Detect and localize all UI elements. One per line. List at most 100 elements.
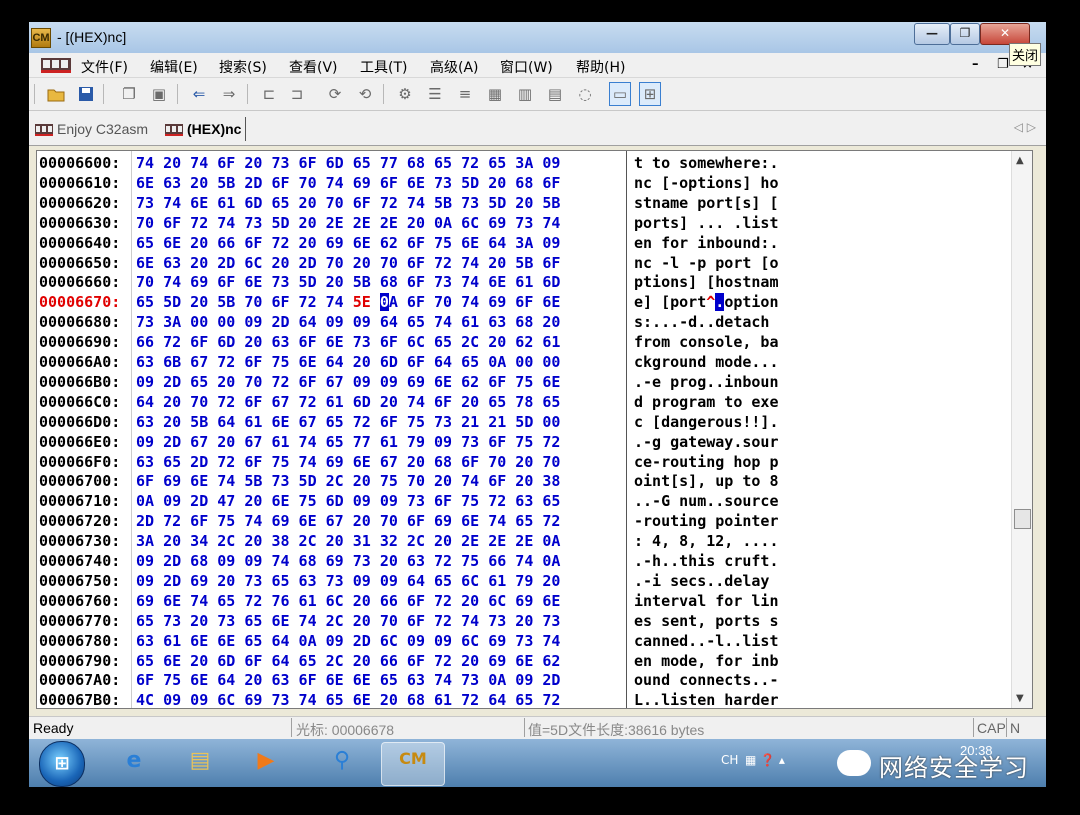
row-ascii[interactable]: oint[s], up to 8 bbox=[634, 471, 779, 491]
row-hex-bytes[interactable]: 09 2D 67 20 67 61 74 65 77 61 79 09 73 6… bbox=[136, 432, 560, 452]
row-hex-bytes[interactable]: 09 2D 68 09 09 74 68 69 73 20 63 72 75 6… bbox=[136, 551, 560, 571]
row-hex-bytes[interactable]: 3A 20 34 2C 20 38 2C 20 31 32 2C 20 2E 2… bbox=[136, 531, 560, 551]
list-icon[interactable]: ☰ bbox=[425, 84, 445, 104]
tab-enjoy-c32asm[interactable]: Enjoy C32asm bbox=[35, 117, 148, 141]
row-hex-bytes[interactable]: 73 74 6E 61 6D 65 20 70 6F 72 74 5B 73 5… bbox=[136, 193, 560, 213]
row-ascii[interactable]: ..-G num..source bbox=[634, 491, 779, 511]
row-ascii[interactable]: c [dangerous!!]. bbox=[634, 412, 779, 432]
row-ascii[interactable]: : 4, 8, 12, .... bbox=[634, 531, 779, 551]
menu-advanced[interactable]: 高级(A) bbox=[430, 57, 479, 77]
back-arrow-icon[interactable]: ⇐ bbox=[189, 84, 209, 104]
menu-help[interactable]: 帮助(H) bbox=[576, 57, 625, 77]
grid-3-icon[interactable]: ▤ bbox=[545, 84, 565, 104]
scroll-down-icon[interactable]: ▼ bbox=[1016, 693, 1024, 704]
forward-arrow-icon[interactable]: ⇒ bbox=[219, 84, 239, 104]
grid-icon[interactable]: ▦ bbox=[485, 84, 505, 104]
row-hex-bytes[interactable]: 6E 63 20 5B 2D 6F 70 74 69 6F 6E 73 5D 2… bbox=[136, 173, 560, 193]
row-hex-bytes[interactable]: 09 2D 69 20 73 65 63 73 09 09 64 65 6C 6… bbox=[136, 571, 560, 591]
menu-window[interactable]: 窗口(W) bbox=[500, 57, 553, 77]
row-hex-bytes[interactable]: 63 61 6E 6E 65 64 0A 09 2D 6C 09 09 6C 6… bbox=[136, 631, 560, 651]
row-hex-bytes[interactable]: 2D 72 6F 75 74 69 6E 67 20 70 6F 69 6E 7… bbox=[136, 511, 560, 531]
row-hex-bytes[interactable]: 6F 75 6E 64 20 63 6F 6E 6E 65 63 74 73 0… bbox=[136, 670, 560, 690]
row-ascii[interactable]: d program to exe bbox=[634, 392, 779, 412]
row-hex-bytes[interactable]: 70 6F 72 74 73 5D 20 2E 2E 2E 20 0A 6C 6… bbox=[136, 213, 560, 233]
tool-4-icon[interactable]: ⟲ bbox=[355, 84, 375, 104]
mdi-minimize-button[interactable]: – bbox=[972, 57, 979, 72]
row-ascii[interactable]: s:...-d..detach bbox=[634, 312, 779, 332]
list-2-icon[interactable]: ≡ bbox=[455, 84, 475, 104]
row-ascii[interactable]: ound connects..- bbox=[634, 670, 779, 690]
gear-icon[interactable]: ⚙ bbox=[395, 84, 415, 104]
row-ascii[interactable]: .-g gateway.sour bbox=[634, 432, 779, 452]
menu-tools[interactable]: 工具(T) bbox=[360, 57, 407, 77]
row-ascii[interactable]: e] [port^.option bbox=[634, 292, 779, 312]
row-hex-bytes[interactable]: 63 65 2D 72 6F 75 74 69 6E 67 20 68 6F 7… bbox=[136, 452, 560, 472]
row-hex-bytes[interactable]: 66 72 6F 6D 20 63 6F 6E 73 6F 6C 65 2C 2… bbox=[136, 332, 560, 352]
row-hex-bytes[interactable]: 70 74 69 6F 6E 73 5D 20 5B 68 6F 73 74 6… bbox=[136, 272, 560, 292]
row-hex-bytes[interactable]: 6F 69 6E 74 5B 73 5D 2C 20 75 70 20 74 6… bbox=[136, 471, 560, 491]
tab-scroll-arrows[interactable]: ◁ ▷ bbox=[1014, 120, 1036, 134]
taskbar-media-player[interactable]: ▶ bbox=[235, 742, 297, 784]
row-hex-bytes[interactable]: 65 73 20 73 65 6E 74 2C 20 70 6F 72 74 7… bbox=[136, 611, 560, 631]
row-ascii[interactable]: ckground mode... bbox=[634, 352, 779, 372]
tool-1-icon[interactable]: ⊏ bbox=[259, 84, 279, 104]
row-ascii[interactable]: interval for lin bbox=[634, 591, 779, 611]
taskbar-ie[interactable]: e bbox=[103, 742, 165, 784]
minimize-button[interactable]: — bbox=[914, 23, 950, 45]
row-ascii[interactable]: ce-routing hop p bbox=[634, 452, 779, 472]
scroll-up-icon[interactable]: ▲ bbox=[1016, 155, 1024, 166]
menu-search[interactable]: 搜索(S) bbox=[219, 57, 267, 77]
taskbar-search[interactable]: ⚲ bbox=[311, 742, 373, 784]
menu-view[interactable]: 查看(V) bbox=[289, 57, 338, 77]
close-button[interactable]: ✕ bbox=[980, 23, 1030, 45]
row-ascii[interactable]: canned..-l..list bbox=[634, 631, 779, 651]
row-ascii[interactable]: ptions] [hostnam bbox=[634, 272, 779, 292]
restore-button[interactable]: ❐ bbox=[950, 23, 980, 45]
start-button[interactable]: ⊞ bbox=[39, 741, 85, 787]
tray-icons[interactable]: ▦ ❓ ▴ bbox=[745, 753, 785, 767]
open-folder-icon[interactable] bbox=[46, 84, 66, 104]
row-hex-bytes[interactable]: 64 20 70 72 6F 67 72 61 6D 20 74 6F 20 6… bbox=[136, 392, 560, 412]
row-hex-bytes[interactable]: 4C 09 09 6C 69 73 74 65 6E 20 68 61 72 6… bbox=[136, 690, 560, 708]
mdi-restore-button[interactable]: ❐ bbox=[997, 57, 1009, 72]
vertical-scrollbar[interactable]: ▲ ▼ bbox=[1011, 151, 1032, 708]
row-ascii[interactable]: ports] ... .list bbox=[634, 213, 779, 233]
tray-language-indicator[interactable]: CH bbox=[721, 753, 738, 767]
row-hex-bytes[interactable]: 69 6E 74 65 72 76 61 6C 20 66 6F 72 20 6… bbox=[136, 591, 560, 611]
copy-icon[interactable]: ❐ bbox=[119, 84, 139, 104]
tool-3-icon[interactable]: ⟳ bbox=[325, 84, 345, 104]
row-hex-bytes[interactable]: 09 2D 65 20 70 72 6F 67 09 09 69 6E 62 6… bbox=[136, 372, 560, 392]
row-ascii[interactable]: es sent, ports s bbox=[634, 611, 779, 631]
row-ascii[interactable]: .-e prog..inboun bbox=[634, 372, 779, 392]
menu-edit[interactable]: 编辑(E) bbox=[150, 57, 198, 77]
menu-file[interactable]: 文件(F) bbox=[81, 57, 128, 77]
row-ascii[interactable]: -routing pointer bbox=[634, 511, 779, 531]
row-hex-bytes[interactable]: 63 6B 67 72 6F 75 6E 64 20 6D 6F 64 65 0… bbox=[136, 352, 560, 372]
single-pane-icon[interactable]: ▭ bbox=[609, 82, 631, 106]
tool-2-icon[interactable]: ⊐ bbox=[287, 84, 307, 104]
row-hex-bytes[interactable]: 6E 63 20 2D 6C 20 2D 70 20 70 6F 72 74 2… bbox=[136, 253, 560, 273]
row-ascii[interactable]: stname port[s] [ bbox=[634, 193, 779, 213]
tab-hex-nc[interactable]: (HEX)nc bbox=[165, 117, 247, 141]
title-bar[interactable]: CM - [(HEX)nc] — ❐ ✕ bbox=[29, 22, 1046, 53]
taskbar-c32asm[interactable]: CM bbox=[381, 742, 445, 786]
save-icon[interactable] bbox=[76, 84, 96, 104]
hex-editor-view[interactable]: 00006600: 74 20 74 6F 20 73 6F 6D 65 77 6… bbox=[36, 150, 1033, 709]
row-hex-bytes[interactable]: 65 6E 20 66 6F 72 20 69 6E 62 6F 75 6E 6… bbox=[136, 233, 560, 253]
row-hex-bytes[interactable]: 73 3A 00 00 09 2D 64 09 09 64 65 74 61 6… bbox=[136, 312, 560, 332]
row-ascii[interactable]: from console, ba bbox=[634, 332, 779, 352]
split-pane-icon[interactable]: ⊞ bbox=[639, 82, 661, 106]
row-ascii[interactable]: en mode, for inb bbox=[634, 651, 779, 671]
row-ascii[interactable]: en for inbound:. bbox=[634, 233, 779, 253]
row-ascii[interactable]: nc [-options] ho bbox=[634, 173, 779, 193]
paste-icon[interactable]: ▣ bbox=[149, 84, 169, 104]
c32asm-app-icon[interactable]: CM bbox=[31, 28, 51, 48]
grid-2-icon[interactable]: ▥ bbox=[515, 84, 535, 104]
taskbar-explorer[interactable]: ▤ bbox=[169, 742, 231, 784]
row-ascii[interactable]: t to somewhere:. bbox=[634, 153, 779, 173]
c32asm-menu-logo-icon[interactable] bbox=[41, 56, 71, 74]
row-hex-bytes[interactable]: 65 6E 20 6D 6F 64 65 2C 20 66 6F 72 20 6… bbox=[136, 651, 560, 671]
row-hex-bytes[interactable]: 74 20 74 6F 20 73 6F 6D 65 77 68 65 72 6… bbox=[136, 153, 560, 173]
row-ascii[interactable]: .-i secs..delay bbox=[634, 571, 779, 591]
row-hex-bytes[interactable]: 0A 09 2D 47 20 6E 75 6D 09 09 73 6F 75 7… bbox=[136, 491, 560, 511]
